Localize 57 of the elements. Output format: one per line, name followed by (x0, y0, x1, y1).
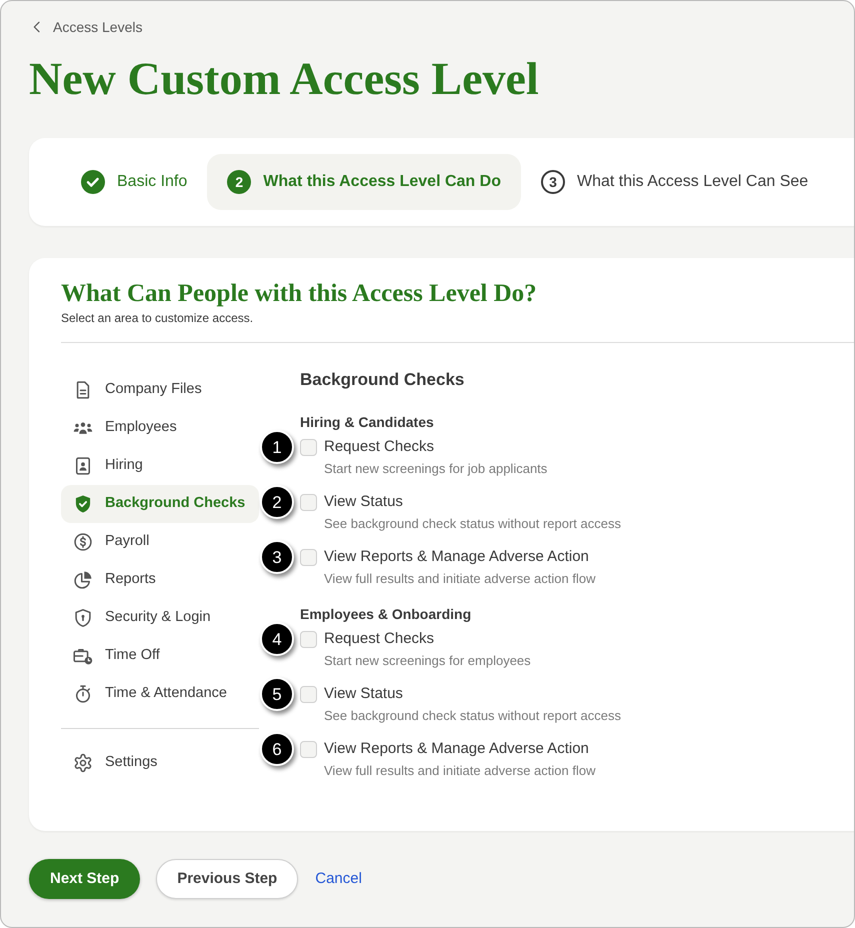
callout-marker: 4 (260, 622, 294, 656)
dollar-circle-icon (73, 532, 93, 552)
step-number: 2 (227, 170, 252, 194)
permission-label: Request Checks (324, 437, 434, 457)
id-card-icon (73, 456, 93, 476)
page-title: New Custom Access Level (29, 53, 539, 105)
previous-step-button[interactable]: Previous Step (156, 859, 298, 899)
permission-label: View Reports & Manage Adverse Action (324, 547, 589, 567)
sidebar-item[interactable]: Time & Attendance (61, 675, 259, 713)
callout-marker: 3 (260, 540, 294, 574)
briefcase-clock-icon (73, 646, 93, 666)
panel-title: What Can People with this Access Level Do? (61, 279, 537, 309)
cancel-link[interactable]: Cancel (315, 868, 362, 890)
callout-marker: 6 (260, 732, 294, 766)
sidebar-item[interactable]: Settings (61, 744, 259, 782)
step-tab[interactable]: 3 What this Access Level Can See (520, 154, 828, 210)
sidebar-item[interactable]: Hiring (61, 447, 259, 485)
group-title: Employees & Onboarding (300, 605, 472, 624)
section-title: Background Checks (300, 369, 464, 391)
settings-icon (73, 753, 93, 773)
checkbox[interactable] (300, 438, 317, 456)
sidebar-item[interactable]: Background Checks (61, 485, 259, 523)
permission-description: Start new screenings for employees (324, 652, 532, 670)
next-step-button[interactable]: Next Step (29, 859, 140, 899)
sidebar-item[interactable]: Reports (61, 561, 259, 599)
sidebar-item[interactable]: Company Files (61, 371, 259, 409)
step-tab[interactable]: Basic Info (61, 154, 208, 210)
callout-marker: 1 (260, 430, 294, 464)
permission-label: Request Checks (324, 629, 434, 649)
sidebar-item[interactable]: Time Off (61, 637, 259, 675)
checkbox[interactable] (300, 686, 317, 702)
checkbox[interactable] (300, 548, 317, 566)
step-number: 3 (540, 170, 565, 194)
pie-chart-icon (73, 570, 93, 590)
permission-label: View Status (324, 684, 403, 704)
permission-label: View Status (324, 492, 403, 512)
group-title: Hiring & Candidates (300, 413, 434, 432)
breadcrumb-link[interactable]: Access Levels (29, 17, 142, 37)
sidebar-item[interactable]: Security & Login (61, 599, 259, 637)
permission-description: View full results and initiate adverse action flow (324, 570, 596, 588)
panel-subtitle: Select an area to customize access. (61, 310, 254, 326)
checkbox[interactable] (300, 740, 317, 758)
stopwatch-icon (73, 684, 93, 704)
step-tab[interactable]: 2 What this Access Level Can Do (207, 154, 521, 210)
sidebar-item[interactable]: Employees (61, 409, 259, 447)
callout-marker: 2 (260, 485, 294, 519)
permission-description: View full results and initiate adverse action flow (324, 762, 596, 780)
checkbox[interactable] (300, 630, 317, 648)
permission-description: Start new screenings for job applicants (324, 460, 548, 478)
checkbox[interactable] (300, 494, 317, 510)
permission-description: See background check status without report access (324, 515, 621, 533)
permission-label: View Reports & Manage Adverse Action (324, 739, 589, 759)
callout-marker: 5 (260, 677, 294, 711)
shield-check-icon (73, 494, 93, 514)
shield-keyhole-icon (73, 608, 93, 628)
permission-description: See background check status without report access (324, 707, 621, 725)
sidebar-item[interactable]: Payroll (61, 523, 259, 561)
